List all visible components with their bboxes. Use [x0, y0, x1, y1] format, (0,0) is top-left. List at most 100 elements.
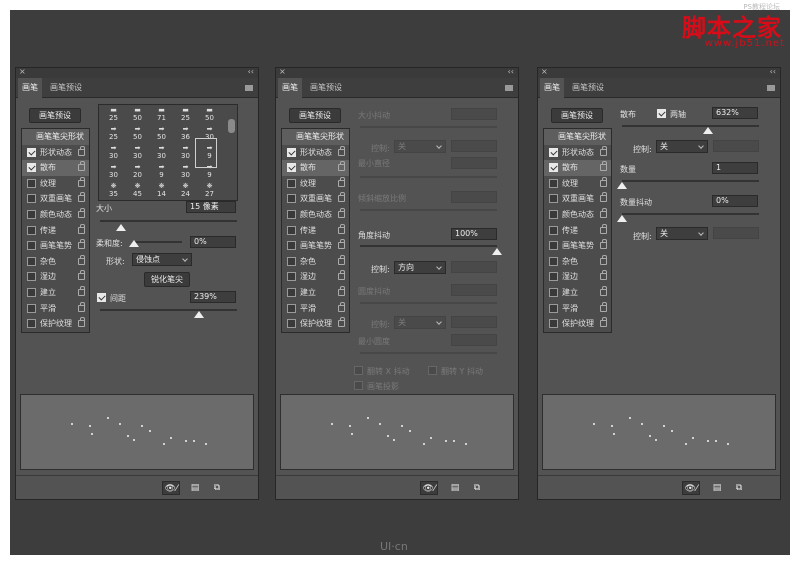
min-diameter-field[interactable] — [451, 157, 497, 169]
collapse-icon[interactable]: ‹‹ — [770, 67, 776, 76]
sharpen-tip-button[interactable]: 锐化笔尖 — [144, 272, 190, 287]
brush-tip-cell[interactable]: ➡ 30 — [174, 164, 197, 180]
lock-icon[interactable] — [338, 145, 345, 156]
list-item[interactable]: 保护纹理 — [544, 316, 611, 332]
list-item[interactable]: 散布 — [282, 160, 349, 176]
option-checkbox[interactable] — [287, 194, 296, 204]
brush-tip-cell[interactable]: ➡ 25 — [102, 126, 125, 142]
size-jitter-track[interactable] — [360, 126, 497, 128]
roundness-control-select[interactable]: 关 — [394, 316, 446, 329]
tab-brush-preset[interactable]: 画笔预设 — [568, 78, 608, 98]
brush-preset-button[interactable]: 画笔预设 — [551, 108, 603, 123]
tab-brush[interactable]: 画笔 — [18, 78, 42, 98]
brush-tip-cell[interactable]: ▬ 50 — [126, 107, 149, 123]
tilt-scale-track[interactable] — [360, 209, 497, 211]
list-item[interactable]: 建立 — [282, 285, 349, 301]
list-item[interactable]: 建立 — [544, 285, 611, 301]
tab-brush[interactable]: 画笔 — [540, 78, 564, 98]
list-item[interactable]: 画笔笔势 — [544, 238, 611, 254]
flip-y-checkbox[interactable] — [428, 366, 437, 375]
angle-jitter-field[interactable]: 100% — [451, 228, 497, 240]
option-checkbox[interactable] — [27, 272, 36, 282]
lock-icon[interactable] — [78, 270, 85, 281]
option-checkbox[interactable] — [549, 194, 558, 204]
lock-icon[interactable] — [78, 145, 85, 156]
angle-jitter-track[interactable] — [360, 245, 497, 247]
lock-icon[interactable] — [338, 161, 345, 172]
brush-tip-cell[interactable]: ➡ 30 — [174, 145, 197, 161]
brush-tip-cell[interactable]: ➡ 30 — [126, 145, 149, 161]
close-icon[interactable]: × — [279, 67, 286, 76]
size-jitter-field[interactable] — [451, 108, 497, 120]
roundness-jitter-field[interactable] — [451, 284, 497, 296]
option-checkbox[interactable] — [27, 225, 36, 235]
size-slider-track[interactable] — [100, 220, 237, 222]
brush-tip-cell[interactable]: ❋ 45 — [126, 183, 149, 199]
lock-icon[interactable] — [338, 317, 345, 328]
softness-slider-thumb[interactable] — [129, 240, 139, 247]
toggle-preview-icon[interactable]: 👁⁄ — [162, 481, 180, 495]
list-item[interactable]: 形状动态 — [22, 145, 89, 161]
spacing-slider-track[interactable] — [100, 309, 237, 311]
list-item[interactable]: 保护纹理 — [282, 316, 349, 332]
option-checkbox[interactable] — [27, 178, 36, 188]
option-checkbox[interactable] — [27, 287, 36, 297]
brush-tip-grid[interactable]: ▬ 25 ▬ 50 ▬ 71 ▬ 25 ▬ 50 ➡ 25 ➡ 50 ➡ 50 ➡ 36 ➡ 30 ➡ 30 ➡ 30 ➡ 30 ➡… — [98, 104, 238, 201]
option-checkbox[interactable] — [287, 256, 296, 266]
brush-tip-cell[interactable]: ➡ 30 — [102, 164, 125, 180]
lock-icon[interactable] — [600, 254, 607, 265]
list-item[interactable]: 湿边 — [282, 269, 349, 285]
count-track[interactable] — [622, 180, 759, 182]
count-jitter-field[interactable]: 0% — [712, 195, 758, 207]
min-roundness-track[interactable] — [360, 352, 497, 354]
list-item[interactable]: 纹理 — [282, 176, 349, 192]
count-jitter-thumb[interactable] — [617, 215, 627, 222]
option-checkbox[interactable] — [287, 209, 296, 219]
lock-icon[interactable] — [338, 239, 345, 250]
option-checkbox[interactable] — [549, 319, 558, 329]
panel-menu-icon[interactable] — [767, 85, 775, 91]
min-diameter-track[interactable] — [360, 176, 497, 178]
both-axes-checkbox[interactable] — [657, 109, 666, 118]
list-item[interactable]: 形状动态 — [282, 145, 349, 161]
option-checkbox[interactable] — [287, 287, 296, 297]
brush-preset-button[interactable]: 画笔预设 — [29, 108, 81, 123]
tab-brush-preset[interactable]: 画笔预设 — [46, 78, 86, 98]
list-item[interactable]: 杂色 — [282, 254, 349, 270]
option-checkbox[interactable] — [27, 241, 36, 251]
list-item[interactable]: 建立 — [22, 285, 89, 301]
new-brush-icon[interactable]: ⧉ — [468, 481, 486, 495]
option-checkbox[interactable] — [27, 209, 36, 219]
lock-icon[interactable] — [338, 223, 345, 234]
option-checkbox[interactable] — [549, 256, 558, 266]
size-slider-thumb[interactable] — [115, 224, 126, 231]
min-roundness-field[interactable] — [451, 334, 497, 346]
option-checkbox[interactable] — [287, 303, 296, 313]
lock-icon[interactable] — [78, 301, 85, 312]
brush-preset-button[interactable]: 画笔预设 — [289, 108, 341, 123]
lock-icon[interactable] — [600, 301, 607, 312]
angle-jitter-thumb[interactable] — [492, 248, 502, 255]
list-item[interactable]: 双重画笔 — [22, 191, 89, 207]
list-item[interactable]: 双重画笔 — [282, 191, 349, 207]
option-checkbox[interactable] — [27, 319, 36, 329]
angle-control-select[interactable]: 方向 — [394, 261, 446, 274]
brush-tip-cell[interactable]: ➡ 30 — [150, 145, 173, 161]
lock-icon[interactable] — [600, 161, 607, 172]
option-checkbox[interactable] — [549, 163, 558, 173]
lock-icon[interactable] — [78, 161, 85, 172]
lock-icon[interactable] — [338, 285, 345, 296]
shape-select[interactable]: 侵蚀点 — [132, 253, 192, 266]
lock-icon[interactable] — [600, 285, 607, 296]
list-item[interactable]: 颜色动态 — [282, 207, 349, 223]
tilt-scale-field[interactable] — [451, 191, 497, 203]
list-item[interactable]: 散布 — [544, 160, 611, 176]
scatter-field[interactable]: 632% — [712, 107, 758, 119]
lock-icon[interactable] — [78, 207, 85, 218]
count-field[interactable]: 1 — [712, 162, 758, 174]
option-checkbox[interactable] — [287, 163, 296, 173]
list-item-tip-shape[interactable]: 画笔笔尖形状 — [544, 129, 611, 145]
angle-control-field[interactable] — [451, 261, 497, 273]
list-item[interactable]: 双重画笔 — [544, 191, 611, 207]
lock-icon[interactable] — [600, 270, 607, 281]
